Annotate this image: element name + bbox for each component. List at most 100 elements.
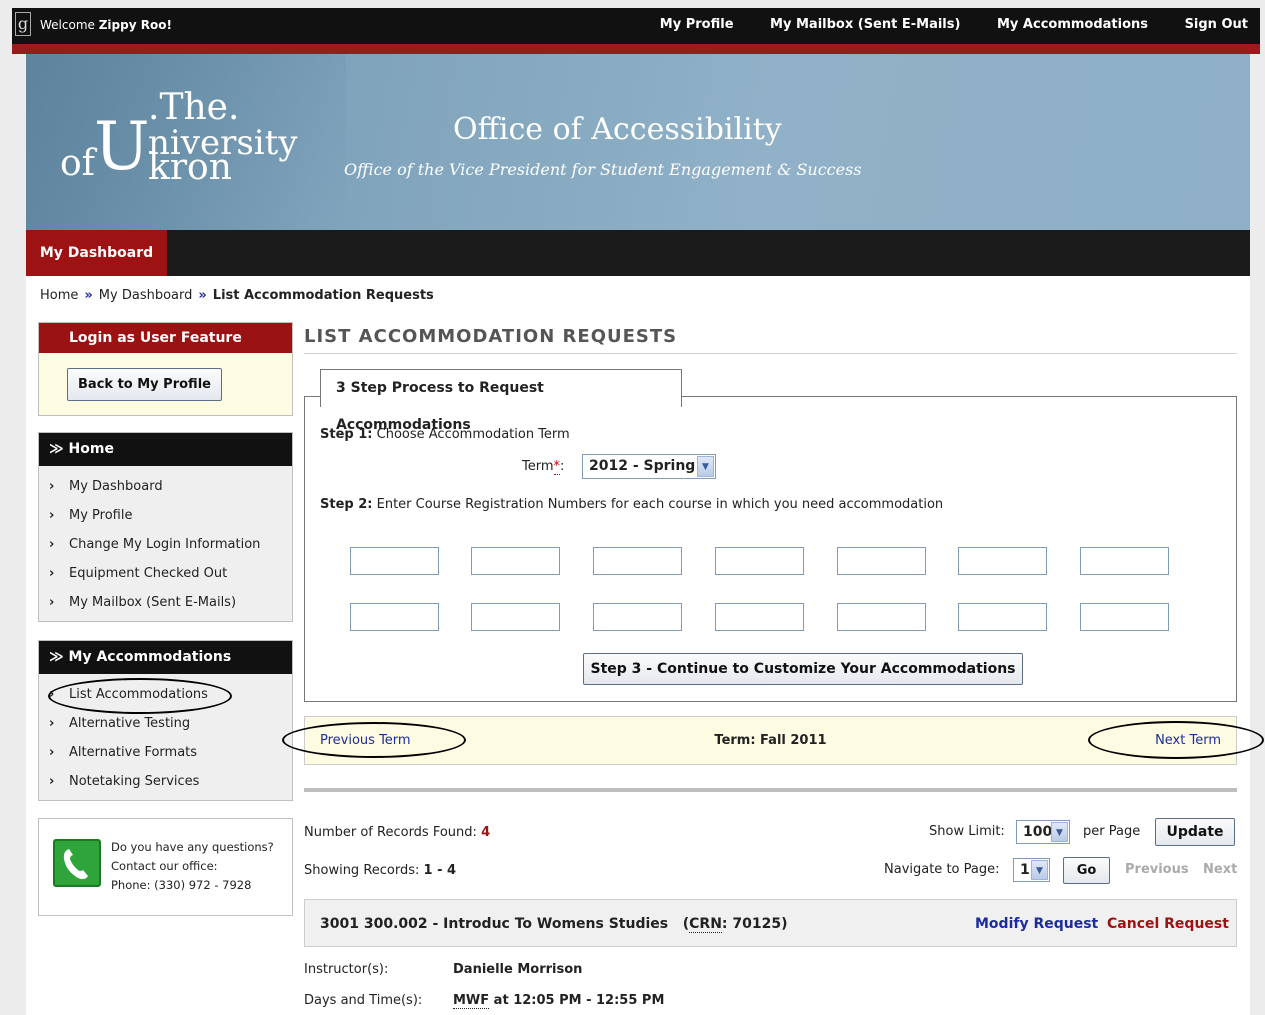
accommodations-menu-box: ≫ My Accommodations › List Accommodations…	[38, 640, 293, 801]
crn-input[interactable]	[837, 603, 926, 631]
sidebar-item-list-accommodations[interactable]: › List Accommodations	[39, 680, 292, 709]
chevron-down-icon: ▼	[1051, 822, 1068, 842]
accommodations-menu-header[interactable]: ≫ My Accommodations	[39, 641, 292, 674]
chevron-right-icon: ›	[49, 508, 55, 523]
breadcrumb-current: List Accommodation Requests	[212, 288, 434, 303]
next-term-link[interactable]: Next Term	[1155, 733, 1221, 748]
showing-records: Showing Records: 1 - 4	[304, 863, 457, 878]
top-nav-my-accommodations[interactable]: My Accommodations	[997, 17, 1148, 32]
crn-input[interactable]	[350, 547, 439, 575]
chevron-right-icon: ›	[49, 566, 55, 581]
process-tab: 3 Step Process to Request Accommodations	[320, 369, 682, 433]
course-name: 3001 300.002 - Introduc To Womens Studie…	[320, 916, 788, 933]
sidebar-item-my-dashboard[interactable]: › My Dashboard	[39, 472, 292, 501]
crn-input[interactable]	[350, 603, 439, 631]
chevron-right-icon: ›	[49, 595, 55, 610]
top-nav: My Profile My Mailbox (Sent E-Mails) My …	[644, 17, 1260, 32]
crn-input[interactable]	[715, 603, 804, 631]
top-accent-bar	[12, 44, 1260, 54]
login-as-user-title: Login as User Feature	[39, 323, 292, 353]
header-banner: .The. U niversity of kron Office of Acce…	[26, 54, 1250, 230]
sidebar-item-mailbox[interactable]: › My Mailbox (Sent E-Mails)	[39, 588, 292, 617]
crn-input[interactable]	[837, 547, 926, 575]
menu-my-dashboard[interactable]: My Dashboard	[26, 230, 167, 276]
sidebar-item-equipment[interactable]: › Equipment Checked Out	[39, 559, 292, 588]
next-page-link[interactable]: Next	[1203, 862, 1237, 877]
crn-input[interactable]	[593, 547, 682, 575]
chevron-right-icon: ›	[49, 774, 55, 789]
welcome-message: Welcome Zippy Roo!	[40, 18, 172, 32]
sidebar-item-my-profile[interactable]: › My Profile	[39, 501, 292, 530]
university-logo: .The. U niversity of kron	[60, 87, 298, 188]
days-time-value: MWF at 12:05 PM - 12:55 PM	[453, 993, 665, 1009]
contact-box: Do you have any questions? Contact our o…	[38, 818, 293, 916]
crn-input[interactable]	[471, 547, 560, 575]
previous-term-link[interactable]: Previous Term	[320, 733, 411, 748]
crn-input[interactable]	[1080, 547, 1169, 575]
page-select[interactable]: 1 ▼	[1013, 858, 1050, 882]
contact-text: Do you have any questions? Contact our o…	[111, 840, 274, 892]
step2-text: Step 2: Enter Course Registration Number…	[320, 497, 944, 512]
crn-input[interactable]	[1080, 603, 1169, 631]
breadcrumb-separator-icon: »	[84, 288, 93, 303]
term-select[interactable]: 2012 - Spring ▼	[582, 454, 716, 479]
welcome-prefix: Welcome	[40, 18, 95, 32]
term-label: Term*:	[522, 459, 565, 475]
crn-input[interactable]	[471, 603, 560, 631]
modify-request-link[interactable]: Modify Request	[975, 916, 1098, 932]
breadcrumb-home[interactable]: Home	[40, 288, 78, 303]
page-title: LIST ACCOMMODATION REQUESTS	[304, 326, 678, 347]
breadcrumb-dashboard[interactable]: My Dashboard	[99, 288, 193, 303]
double-chevron-down-icon: ≫	[49, 649, 69, 665]
site-logo-icon: g	[15, 12, 31, 36]
sidebar-item-alternative-formats[interactable]: › Alternative Formats	[39, 738, 292, 767]
days-time-label: Days and Time(s):	[304, 993, 423, 1008]
instructor-value: Danielle Morrison	[453, 962, 583, 977]
per-page-label: per Page	[1083, 824, 1141, 839]
cancel-request-link[interactable]: Cancel Request	[1107, 916, 1229, 932]
previous-page-link[interactable]: Previous	[1125, 862, 1189, 877]
welcome-user: Zippy Roo!	[98, 18, 172, 32]
back-to-my-profile-button[interactable]: Back to My Profile	[67, 368, 222, 401]
breadcrumb-separator-icon: »	[198, 288, 207, 303]
main-menu-bar: My Dashboard	[26, 230, 1250, 276]
show-limit-label: Show Limit:	[929, 824, 1005, 839]
chevron-right-icon: ›	[49, 745, 55, 760]
top-nav-my-mailbox[interactable]: My Mailbox (Sent E-Mails)	[770, 17, 960, 32]
current-term: Term: Fall 2011	[714, 733, 827, 748]
double-chevron-down-icon: ≫	[49, 441, 69, 457]
crn-input[interactable]	[958, 603, 1047, 631]
chevron-right-icon: ›	[49, 537, 55, 552]
page-container: .The. U niversity of kron Office of Acce…	[26, 54, 1264, 1015]
crn-input[interactable]	[958, 547, 1047, 575]
crn-input[interactable]	[593, 603, 682, 631]
instructor-label: Instructor(s):	[304, 962, 389, 977]
banner-subtitle: Office of the Vice President for Student…	[344, 160, 862, 179]
banner-title: Office of Accessibility	[453, 112, 782, 147]
chevron-right-icon: ›	[49, 479, 55, 494]
term-navigation: Term: Fall 2011 Previous Term Next Term	[304, 716, 1237, 765]
phone-icon	[53, 839, 101, 887]
chevron-right-icon: ›	[49, 687, 55, 702]
sidebar-item-change-login[interactable]: › Change My Login Information	[39, 530, 292, 559]
update-button[interactable]: Update	[1155, 818, 1235, 846]
show-limit-select[interactable]: 100 ▼	[1016, 820, 1070, 844]
navigate-page-label: Navigate to Page:	[884, 862, 1000, 877]
chevron-down-icon: ▼	[697, 456, 714, 477]
home-menu-header[interactable]: ≫ Home	[39, 433, 292, 466]
chevron-right-icon: ›	[49, 716, 55, 731]
records-found: Number of Records Found: 4	[304, 825, 491, 840]
top-bar: g Welcome Zippy Roo! My Profile My Mailb…	[12, 8, 1260, 44]
go-button[interactable]: Go	[1063, 857, 1110, 884]
breadcrumb: Home » My Dashboard » List Accommodation Req…	[40, 288, 434, 303]
top-nav-my-profile[interactable]: My Profile	[660, 17, 734, 32]
crn-input[interactable]	[715, 547, 804, 575]
top-nav-sign-out[interactable]: Sign Out	[1185, 17, 1248, 32]
course-header: 3001 300.002 - Introduc To Womens Studie…	[304, 899, 1237, 947]
chevron-down-icon: ▼	[1031, 860, 1048, 880]
sidebar-item-alternative-testing[interactable]: › Alternative Testing	[39, 709, 292, 738]
step3-continue-button[interactable]: Step 3 - Continue to Customize Your Acco…	[583, 653, 1023, 685]
home-menu-box: ≫ Home › My Dashboard › My Profile › Change…	[38, 432, 293, 622]
login-as-user-box: Login as User Feature Back to My Profile	[38, 322, 293, 416]
sidebar-item-notetaking[interactable]: › Notetaking Services	[39, 767, 292, 796]
